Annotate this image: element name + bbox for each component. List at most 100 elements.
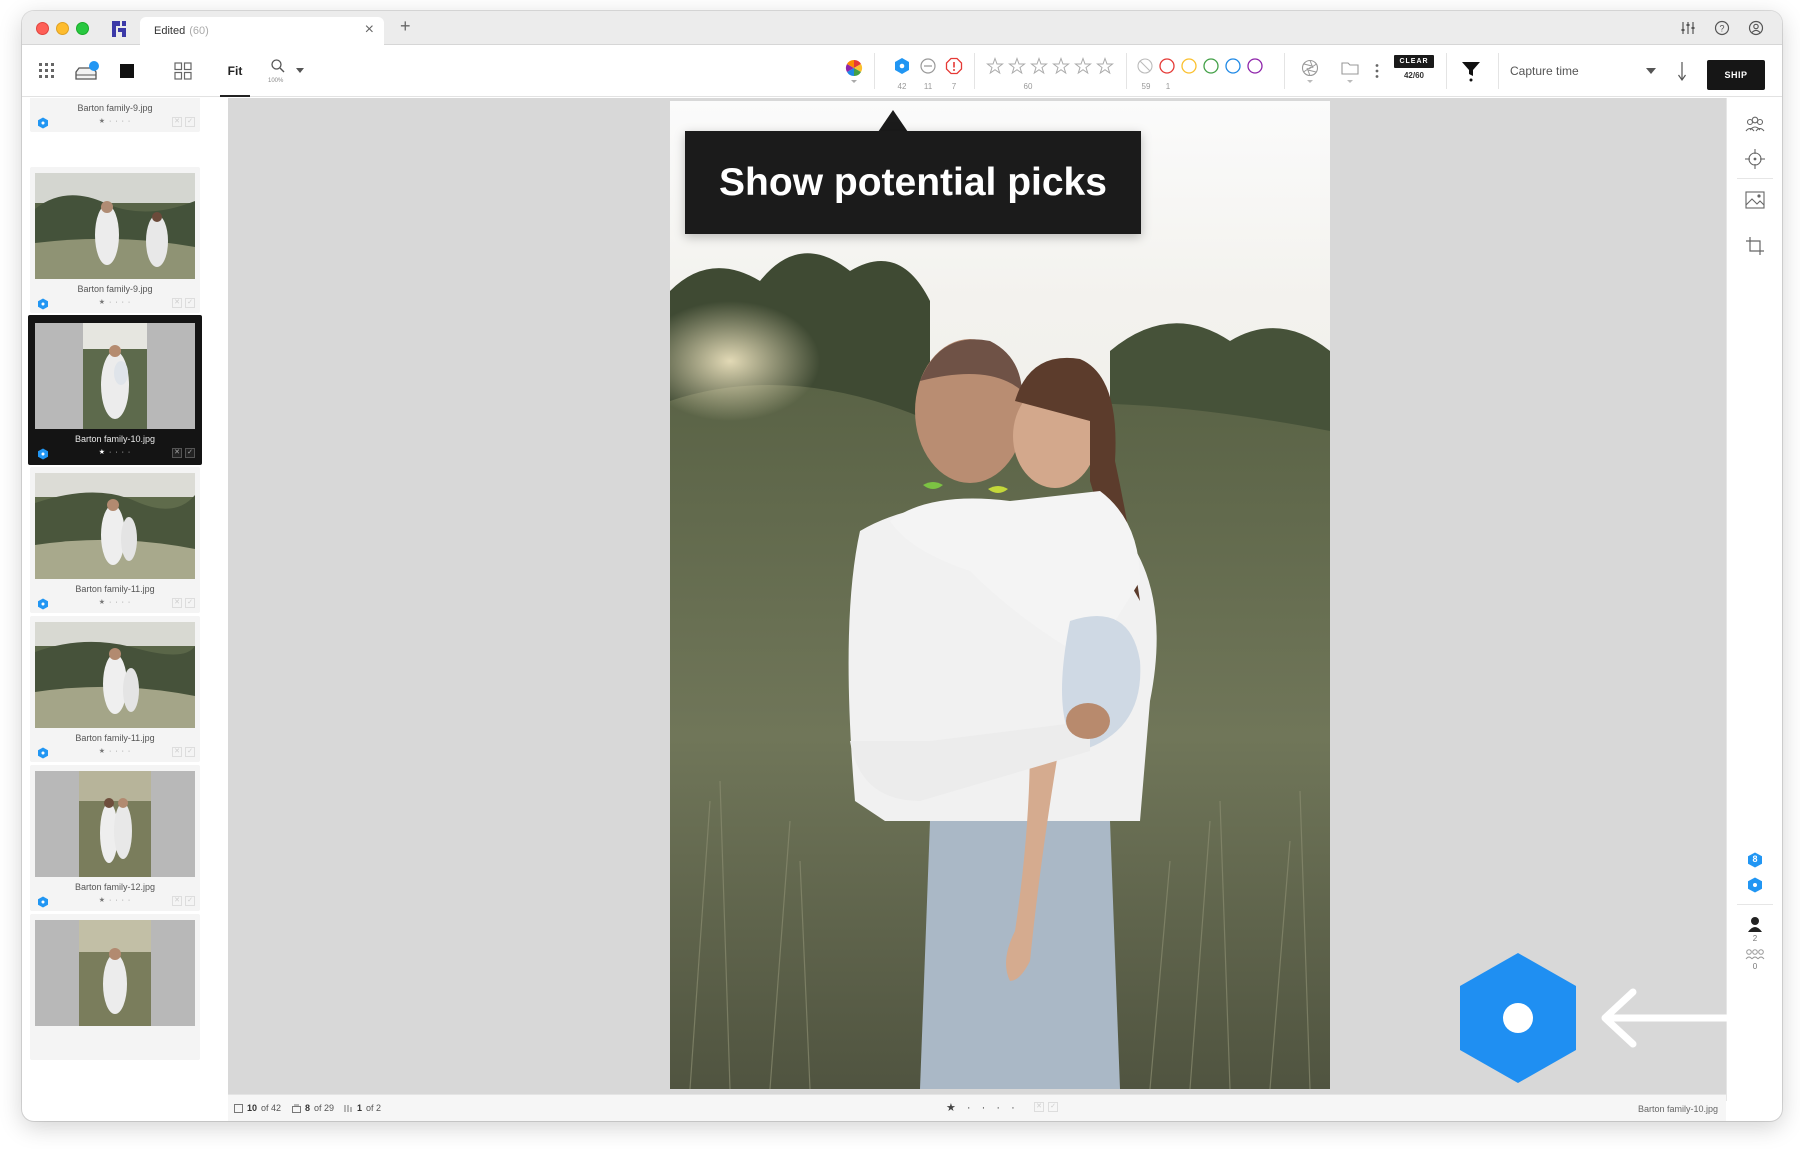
crop-icon[interactable] xyxy=(1744,235,1766,257)
reject-button[interactable]: ✕ xyxy=(172,598,182,608)
fit-label: Fit xyxy=(227,64,243,78)
warning-filter[interactable]: 7 xyxy=(944,45,964,97)
sort-direction-button[interactable] xyxy=(1672,45,1692,97)
zoom-level: 100% xyxy=(268,78,284,84)
more-options-button[interactable] xyxy=(1370,45,1384,97)
group-count: 0 xyxy=(1752,962,1758,971)
filmstrip-item[interactable]: Barton family-9.jpg ★ · · · · ✕ ✓ xyxy=(30,98,200,132)
group-icon[interactable] xyxy=(1745,948,1765,960)
main-photo[interactable] xyxy=(670,101,1330,1089)
single-image-icon xyxy=(120,64,134,78)
faces-icon[interactable] xyxy=(1744,114,1766,136)
page-value: 1 xyxy=(357,1103,363,1113)
tab-label: Edited (60) xyxy=(154,25,209,37)
stack-total: of 29 xyxy=(314,1103,335,1113)
thumbnail-filename: Barton family-11.jpg xyxy=(75,584,155,594)
tab-close-button[interactable]: × xyxy=(365,21,374,39)
filter-funnel-button[interactable] xyxy=(1454,45,1488,97)
fit-button[interactable]: Fit xyxy=(220,45,250,97)
thumbnail-filename: Barton family-10.jpg xyxy=(74,434,156,444)
reject-button[interactable]: ✕ xyxy=(172,747,182,757)
toolbar-separator xyxy=(874,53,875,89)
potential-picks-filter[interactable]: 42 xyxy=(892,45,912,97)
neutral-circle-icon xyxy=(920,58,936,74)
filmstrip-item[interactable]: Barton family-12.jpg ★ · · · · ✕ ✓ xyxy=(30,765,200,911)
tab-edited[interactable]: Edited (60) × xyxy=(140,17,384,45)
potential-pick-callout-icon xyxy=(1460,953,1576,1083)
stack-view-button[interactable] xyxy=(72,45,102,97)
filmstrip-item[interactable]: Barton family-9.jpg ★ · · · · ✕ ✓ xyxy=(30,167,200,313)
grid-dots-icon xyxy=(39,63,54,78)
window-zoom-button[interactable] xyxy=(76,22,89,35)
thumbnail-filename: Barton family-11.jpg xyxy=(75,733,155,743)
page-total: of 2 xyxy=(366,1103,382,1113)
image-canvas[interactable]: Show potential picks xyxy=(228,98,1726,1094)
filmstrip-sidebar[interactable]: Barton family-9.jpg ★ · · · · ✕ ✓ Barton… xyxy=(22,98,228,1101)
arrow-left-icon xyxy=(1601,988,1757,1048)
ship-button[interactable]: SHIP xyxy=(1707,60,1765,90)
adjustments-icon[interactable] xyxy=(1680,20,1696,36)
image-frame-icon xyxy=(234,1103,243,1113)
page-indicator: 1 of 2 xyxy=(344,1103,381,1113)
neutral-filter[interactable]: 11 xyxy=(918,45,938,97)
reject-button[interactable]: ✕ xyxy=(172,896,182,906)
focus-target-icon[interactable] xyxy=(1744,148,1766,170)
position-indicator: 10 of 42 xyxy=(234,1103,281,1113)
image-adjust-icon[interactable] xyxy=(1744,189,1766,211)
hexagon-pick-icon xyxy=(895,58,909,74)
account-icon[interactable] xyxy=(1748,20,1764,36)
color-label-filter[interactable]: 59 1 xyxy=(1136,45,1276,97)
reject-button[interactable]: ✕ xyxy=(1034,1102,1044,1112)
stack-value: 8 xyxy=(305,1103,311,1113)
tooltip-pointer xyxy=(878,110,908,132)
potential-pick-toggle-icon[interactable] xyxy=(1747,877,1763,893)
zoom-button[interactable]: 100% xyxy=(266,45,290,97)
svg-text:?: ? xyxy=(1719,24,1724,34)
color-wheel-filter[interactable] xyxy=(842,45,866,97)
funnel-icon xyxy=(1462,62,1480,82)
help-icon[interactable]: ? xyxy=(1714,20,1730,36)
accept-button[interactable]: ✓ xyxy=(185,298,195,308)
grid-view-button[interactable] xyxy=(36,45,58,97)
accept-button[interactable]: ✓ xyxy=(1048,1102,1058,1112)
badge-count: 8 xyxy=(1752,854,1758,864)
thumbnail-image xyxy=(35,622,195,728)
accept-button[interactable]: ✓ xyxy=(185,117,195,127)
accept-button[interactable]: ✓ xyxy=(185,747,195,757)
accept-button[interactable]: ✓ xyxy=(185,896,195,906)
compare-grid-icon xyxy=(174,62,192,80)
reject-button[interactable]: ✕ xyxy=(172,117,182,127)
star-rating-filter[interactable]: 60 xyxy=(986,45,1116,97)
stack-indicator: 8 of 29 xyxy=(292,1103,334,1113)
clear-filters-button[interactable]: CLEAR xyxy=(1394,55,1434,68)
aperture-filter[interactable] xyxy=(1298,45,1322,97)
window-close-button[interactable] xyxy=(36,22,49,35)
reject-button[interactable]: ✕ xyxy=(172,448,182,458)
filmstrip-item[interactable] xyxy=(30,914,200,1060)
current-rating[interactable]: ★ · · · · xyxy=(946,1101,1019,1114)
accept-button[interactable]: ✓ xyxy=(185,448,195,458)
filmstrip-item-selected[interactable]: Barton family-10.jpg ★ · · · · ✕ ✓ xyxy=(28,315,202,465)
color-label-circles-icon xyxy=(1137,58,1263,74)
new-tab-button[interactable]: + xyxy=(400,16,411,37)
thumbnail-image xyxy=(35,920,195,1026)
single-view-button[interactable] xyxy=(114,45,140,97)
toolbar-separator xyxy=(1446,53,1447,89)
accept-button[interactable]: ✓ xyxy=(185,598,195,608)
compare-view-button[interactable] xyxy=(172,45,194,97)
zoom-dropdown[interactable] xyxy=(292,45,308,97)
person-icon[interactable] xyxy=(1746,916,1764,932)
thumbnail-image xyxy=(35,323,195,429)
thumbnail-image xyxy=(35,473,195,579)
filmstrip-item[interactable]: Barton family-11.jpg ★ · · · · ✕ ✓ xyxy=(30,616,200,762)
neutral-count: 11 xyxy=(923,82,933,91)
stack-small-icon xyxy=(292,1104,301,1113)
window-minimize-button[interactable] xyxy=(56,22,69,35)
reject-button[interactable]: ✕ xyxy=(172,298,182,308)
toolbar-separator xyxy=(1284,53,1285,89)
filmstrip-item[interactable]: Barton family-11.jpg ★ · · · · ✕ ✓ xyxy=(30,467,200,613)
thumbnail-filename: Barton family-9.jpg xyxy=(77,284,153,294)
thumbnail-image xyxy=(35,173,195,279)
folder-filter[interactable] xyxy=(1338,45,1362,97)
sort-dropdown[interactable]: Capture time xyxy=(1510,56,1660,86)
